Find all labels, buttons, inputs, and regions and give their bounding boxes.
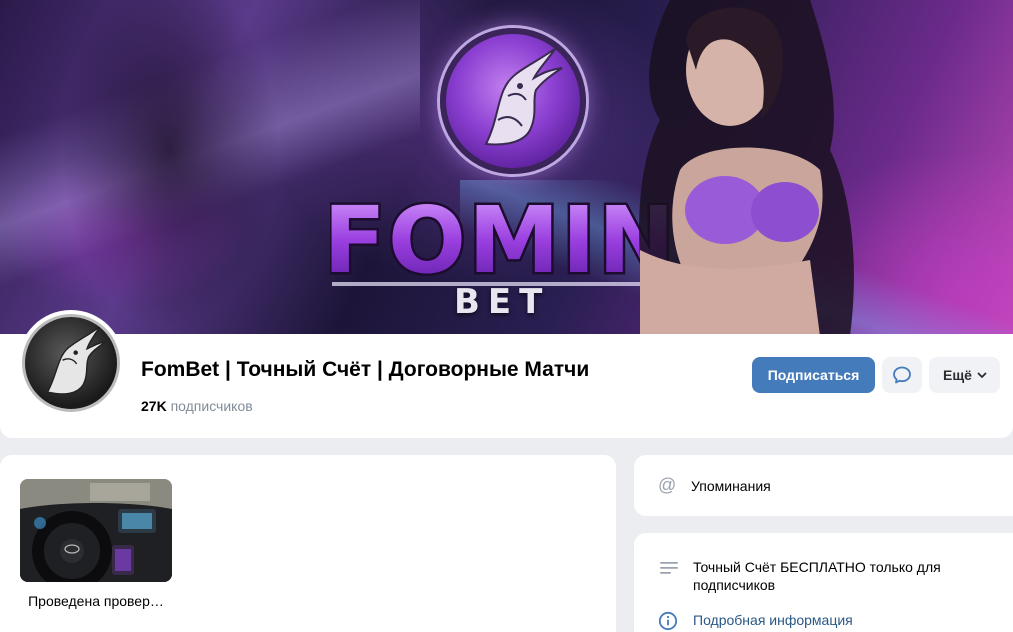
post-thumbnail[interactable] <box>20 479 172 582</box>
message-button[interactable] <box>882 357 922 393</box>
subscribe-button[interactable]: Подписаться <box>752 357 875 393</box>
subscribers-label: подписчиков <box>170 398 253 414</box>
avatar-dragon-icon <box>22 314 120 412</box>
subscribers-number: 27K <box>141 398 167 414</box>
car-interior-image <box>20 479 172 582</box>
chevron-down-icon <box>977 372 987 378</box>
avatar[interactable] <box>18 310 124 416</box>
logo-sub-text: BET <box>454 282 551 322</box>
subscribers-count[interactable]: 27K подписчиков <box>141 398 253 414</box>
cover-model-figure <box>610 0 870 336</box>
chat-bubble-icon <box>893 366 911 384</box>
post-thumbnail-caption[interactable]: Проведена провер… <box>20 593 172 609</box>
more-button[interactable]: Ещё <box>929 357 1000 393</box>
info-icon <box>658 611 678 631</box>
at-sign-icon: @ <box>658 475 677 495</box>
text-lines-icon <box>660 562 678 574</box>
more-button-label: Ещё <box>943 367 972 383</box>
cover-image: FOMIN BET <box>0 0 1013 336</box>
dragon-emblem-icon <box>440 28 586 174</box>
page-title: FomBet | Точный Счёт | Договорные Матчи <box>141 358 590 381</box>
group-description: Точный Счёт БЕСПЛАТНО только для подписч… <box>693 559 941 593</box>
details-link[interactable]: Подробная информация <box>693 612 853 628</box>
mentions-label[interactable]: Упоминания <box>691 478 771 494</box>
